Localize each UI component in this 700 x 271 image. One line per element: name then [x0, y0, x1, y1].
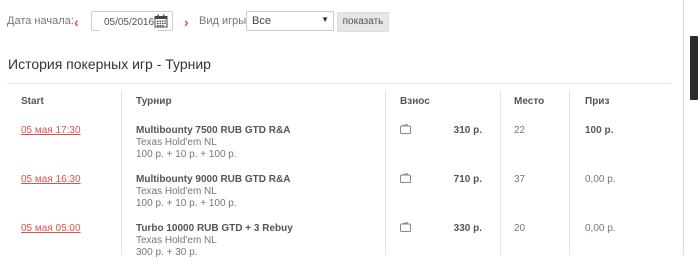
- filter-bar: Дата начала: ‹ › Вид игры: Все ▼: [7, 11, 337, 33]
- start-date-input[interactable]: [100, 13, 158, 32]
- table-row: 05 мая 05:00 Turbo 10000 RUB GTD + 3 Reb…: [0, 222, 680, 271]
- game-type: Texas Hold'em NL: [136, 235, 217, 246]
- tournament-name: Multibounty 7500 RUB GTD R&A: [136, 125, 291, 136]
- game-type-select[interactable]: Все ▼: [246, 11, 334, 31]
- start-date-field[interactable]: [91, 11, 173, 32]
- scrollbar-thumb[interactable]: [690, 36, 698, 100]
- column-header-buyin: Взнос: [400, 96, 430, 107]
- place-value: 22: [514, 125, 526, 136]
- game-type-label: Вид игры:: [199, 15, 250, 27]
- right-rail-divider: [683, 0, 684, 255]
- column-header-start: Start: [21, 96, 44, 107]
- game-date-link[interactable]: 05 мая 16:30: [21, 174, 81, 185]
- prize-value: 0,00 р.: [585, 174, 616, 185]
- place-value: 37: [514, 174, 526, 185]
- fee-breakdown: 100 р. + 10 р. + 100 р.: [136, 198, 237, 209]
- buyin-amount: 310 р.: [453, 125, 482, 136]
- fee-breakdown: 100 р. + 10 р. + 100 р.: [136, 149, 237, 160]
- title-divider: [7, 83, 671, 84]
- column-header-place: Место: [514, 96, 545, 107]
- chevron-down-icon: ▼: [321, 15, 329, 24]
- wallet-icon: [400, 124, 411, 134]
- tournament-name: Turbo 10000 RUB GTD + 3 Rebuy: [136, 223, 293, 234]
- column-header-tournament: Турнир: [136, 96, 172, 107]
- game-date-link[interactable]: 05 мая 17:30: [21, 125, 81, 136]
- tournament-name: Multibounty 9000 RUB GTD R&A: [136, 174, 291, 185]
- prize-value: 0,00 р.: [585, 223, 616, 234]
- start-date-label: Дата начала:: [7, 15, 74, 27]
- game-type: Texas Hold'em NL: [136, 186, 217, 197]
- table-row: 05 мая 16:30 Multibounty 9000 RUB GTD R&…: [0, 173, 680, 222]
- prize-value: 100 р.: [585, 125, 614, 136]
- column-header-prize: Приз: [585, 96, 610, 107]
- buyin-amount: 330 р.: [453, 223, 482, 234]
- show-button[interactable]: показать: [337, 12, 389, 32]
- game-type-value: Все: [252, 15, 271, 27]
- page-title: История покерных игр - Турнир: [8, 56, 211, 72]
- wallet-icon: [400, 173, 411, 183]
- table-row: 05 мая 17:30 Multibounty 7500 RUB GTD R&…: [0, 124, 680, 173]
- game-date-link[interactable]: 05 мая 05:00: [21, 223, 81, 234]
- buyin-amount: 710 р.: [453, 174, 482, 185]
- wallet-icon: [400, 222, 411, 232]
- game-type: Texas Hold'em NL: [136, 137, 217, 148]
- fee-breakdown: 300 р. + 30 р.: [136, 247, 198, 258]
- prev-date-arrow-icon[interactable]: ‹: [74, 13, 79, 31]
- calendar-icon[interactable]: [154, 14, 168, 28]
- place-value: 20: [514, 223, 526, 234]
- next-date-arrow-icon[interactable]: ›: [184, 13, 189, 31]
